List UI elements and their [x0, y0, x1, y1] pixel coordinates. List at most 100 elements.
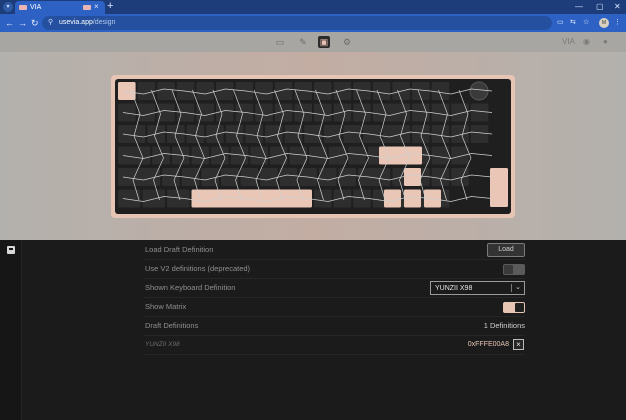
settings-icon[interactable]: ⚙ [341, 36, 353, 48]
key-numpad-enter[interactable] [490, 168, 508, 207]
keyboard-case [111, 75, 515, 218]
tab-close-icon[interactable]: × [94, 2, 99, 12]
minimize-icon[interactable]: — [575, 1, 583, 12]
url-host: usevia.app [59, 19, 93, 26]
design-panel: Load Draft Definition Load Use V2 defini… [22, 240, 626, 420]
load-draft-label: Load Draft Definition [145, 245, 214, 254]
draft-definition-id: 0xFFFE00A8 [467, 341, 509, 348]
key[interactable] [196, 103, 214, 122]
key[interactable] [431, 103, 450, 122]
key[interactable] [382, 125, 410, 143]
bookmark-star-icon[interactable]: ☆ [583, 19, 589, 27]
key[interactable] [431, 125, 450, 143]
key[interactable] [343, 125, 361, 143]
key[interactable] [191, 146, 210, 165]
key[interactable] [451, 168, 469, 186]
key[interactable] [314, 103, 332, 122]
back-icon[interactable]: ← [5, 17, 14, 29]
tab-title: VIA [30, 4, 42, 11]
save-icon[interactable] [7, 246, 15, 254]
key[interactable] [470, 103, 489, 122]
maximize-icon[interactable]: ▢ [596, 1, 604, 12]
key[interactable] [279, 168, 298, 186]
show-matrix-row: Show Matrix [143, 298, 525, 317]
url-text: usevia.app/design [59, 19, 115, 27]
key[interactable] [206, 125, 224, 143]
design-icon[interactable]: ▣ [318, 36, 330, 48]
remove-definition-button[interactable]: × [513, 339, 524, 350]
key[interactable] [314, 82, 332, 100]
key[interactable] [220, 168, 239, 186]
browser-toolbar: ← → ↻ ⚲ usevia.app/design ▭ ⇆ ☆ M ⋮ [0, 14, 626, 32]
keyboard-nav-icon[interactable]: ▭ [274, 36, 286, 48]
key[interactable] [431, 168, 450, 186]
key[interactable] [162, 168, 180, 186]
definition-select-value: YUNZII X98 [435, 285, 473, 292]
address-bar[interactable]: ⚲ usevia.app/design [42, 16, 552, 30]
key[interactable] [211, 146, 229, 165]
key[interactable] [225, 125, 244, 143]
key[interactable] [137, 103, 156, 122]
v2-definitions-toggle[interactable] [503, 264, 525, 275]
browser-menu-icon[interactable]: ⋮ [614, 19, 621, 27]
keyboard-preview-area [0, 52, 626, 240]
toggle-knob [504, 265, 513, 274]
draft-definitions-count: 1 Definitions [483, 321, 525, 330]
key[interactable] [196, 82, 214, 100]
translate-icon[interactable]: ⇆ [570, 19, 576, 27]
key[interactable] [470, 125, 489, 143]
draft-definition-name: YUNZII X98 [145, 341, 180, 348]
forward-icon[interactable]: → [18, 17, 27, 29]
key[interactable] [260, 168, 278, 186]
draft-definition-item: YUNZII X98 0xFFFE00A8 × [143, 336, 525, 355]
key[interactable] [118, 82, 136, 100]
load-button[interactable]: Load [487, 243, 525, 257]
key[interactable] [333, 189, 352, 208]
key[interactable] [372, 103, 410, 122]
new-tab-button[interactable]: + [107, 0, 113, 13]
key[interactable] [191, 189, 313, 208]
key[interactable] [142, 189, 166, 208]
keyboard-plate [115, 79, 511, 214]
key-arrow-left[interactable] [384, 189, 401, 208]
definition-select[interactable]: YUNZII X98 ⌄ [430, 281, 525, 295]
paint-icon[interactable]: ✎ [297, 36, 309, 48]
profile-avatar[interactable]: M [599, 18, 609, 28]
key[interactable] [323, 125, 342, 143]
load-draft-row: Load Draft Definition Load [143, 241, 525, 260]
key[interactable] [451, 125, 469, 143]
rotary-knob[interactable] [469, 81, 489, 101]
key[interactable] [431, 82, 450, 100]
via-logo: VIA [562, 37, 575, 46]
key[interactable] [451, 146, 469, 165]
key[interactable] [118, 189, 141, 208]
via-top-nav: ▭ ✎ ▣ ⚙ VIA ◉ ● [0, 32, 626, 52]
show-matrix-toggle[interactable] [503, 302, 525, 313]
key[interactable] [186, 125, 205, 143]
key[interactable] [451, 103, 469, 122]
keyboard-layout-svg [118, 81, 508, 208]
install-app-icon[interactable]: ▭ [557, 19, 564, 27]
key[interactable] [372, 82, 391, 100]
via-favicon-icon [19, 5, 27, 10]
discord-icon[interactable]: ◉ [583, 37, 590, 47]
key[interactable] [255, 103, 273, 122]
key-arrow-down[interactable] [404, 189, 421, 208]
key[interactable] [118, 146, 151, 165]
draft-definitions-row: Draft Definitions 1 Definitions [143, 317, 525, 336]
site-info-icon[interactable]: ⚲ [48, 19, 53, 27]
key-arrow-up[interactable] [404, 168, 421, 186]
close-window-icon[interactable]: ✕ [614, 1, 621, 12]
key[interactable] [348, 146, 366, 165]
v2-definitions-row: Use V2 definitions (deprecated) [143, 260, 525, 279]
reload-icon[interactable]: ↻ [31, 17, 39, 29]
key[interactable] [118, 103, 136, 122]
browser-tab[interactable]: VIA × [15, 1, 105, 14]
tab-search-icon[interactable]: ▾ [3, 2, 13, 12]
key[interactable] [118, 125, 146, 143]
key[interactable] [255, 82, 273, 100]
draft-definitions-label: Draft Definitions [145, 321, 199, 330]
github-icon[interactable]: ● [603, 37, 608, 47]
key[interactable] [328, 146, 347, 165]
key[interactable] [137, 82, 156, 100]
